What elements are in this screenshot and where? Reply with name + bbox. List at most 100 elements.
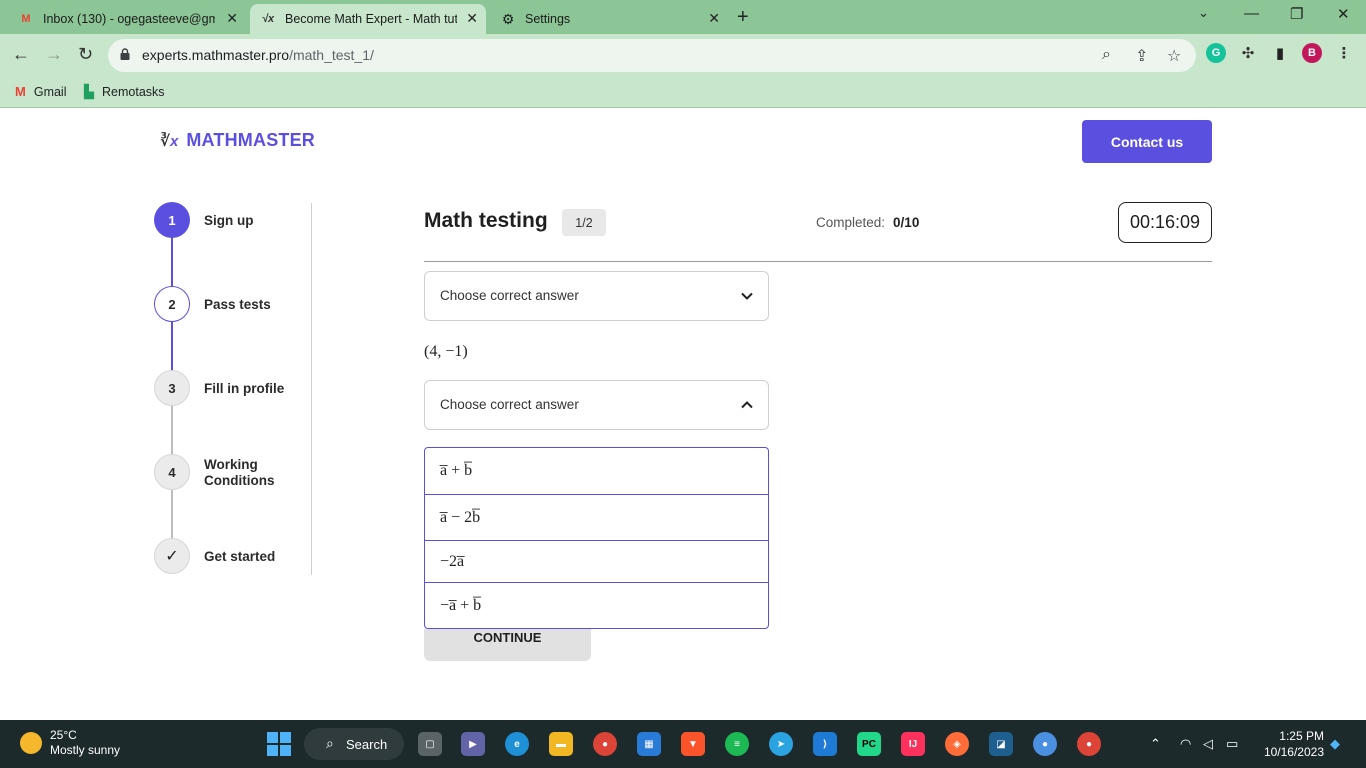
completed-counter: Completed: 0/10 xyxy=(816,215,919,230)
chevron-up-icon[interactable]: ⌃ xyxy=(1150,736,1161,752)
continue-label: CONTINUE xyxy=(473,630,542,645)
page-title: Math testing xyxy=(424,209,548,232)
dropdown-option[interactable]: −a̅ + b̅ xyxy=(425,583,768,629)
side-panel-icon[interactable]: ▮ xyxy=(1270,43,1290,63)
zoom-icon[interactable]: ⌕ xyxy=(1102,46,1111,64)
clock-time: 1:25 PM xyxy=(1279,729,1324,743)
close-icon[interactable]: ✕ xyxy=(226,10,238,27)
intellij-icon[interactable]: IJ xyxy=(901,732,925,756)
bookmark-star-icon[interactable]: ☆ xyxy=(1167,46,1181,66)
notification-bell-icon[interactable]: ◆ xyxy=(1330,736,1340,752)
battery-icon[interactable]: ▭ xyxy=(1226,736,1238,752)
select-placeholder: Choose correct answer xyxy=(440,397,579,412)
lock-icon xyxy=(120,48,130,60)
tab-title: Settings xyxy=(525,12,571,26)
dropdown-option[interactable]: a̅ − 2b̅ xyxy=(425,495,768,541)
page-badge: 1/2 xyxy=(562,209,606,236)
file-explorer-icon[interactable]: ▬ xyxy=(549,732,573,756)
minimize-button[interactable]: — xyxy=(1244,5,1259,22)
browser-toolbar: ← → ↻ experts.mathmaster.pro/math_test_1… xyxy=(0,34,1366,78)
bookmarks-bar: M Gmail ▙ Remotasks xyxy=(0,78,1366,108)
menu-icon[interactable]: ⋮ xyxy=(1334,43,1354,63)
grammarly-icon[interactable]: G xyxy=(1206,43,1226,63)
avatar[interactable]: B xyxy=(1302,43,1322,63)
contact-us-button[interactable]: Contact us xyxy=(1082,120,1212,163)
telegram-icon[interactable]: ➤ xyxy=(769,732,793,756)
reload-icon[interactable]: ↻ xyxy=(78,44,93,65)
gmail-icon: M xyxy=(21,13,31,25)
url-path: /math_test_1/ xyxy=(289,47,374,63)
dropdown-option[interactable]: −2a̅ xyxy=(425,541,768,583)
volume-icon[interactable]: ◁ xyxy=(1203,736,1213,752)
bookmark-label: Remotasks xyxy=(102,85,165,99)
continue-button[interactable]: CONTINUE xyxy=(424,629,591,661)
system-clock[interactable]: 1:25 PM 10/16/2023 xyxy=(1258,728,1324,760)
microsoft-store-icon[interactable]: ▦ xyxy=(637,732,661,756)
close-icon[interactable]: ✕ xyxy=(466,10,478,27)
restore-button[interactable]: ❐ xyxy=(1290,5,1303,23)
spotify-icon[interactable]: ≡ xyxy=(725,732,749,756)
bookmark-remotasks[interactable]: ▙ Remotasks xyxy=(84,84,165,100)
tab-settings[interactable]: ⚙ Settings ✕ xyxy=(490,4,728,34)
sidebar-divider xyxy=(311,203,312,575)
taskbar: 25°C Mostly sunny ⌕ Search ▢ ▶ e ▬ ● ▦ ▼… xyxy=(0,720,1366,768)
step-label-pass-tests: Pass tests xyxy=(204,297,271,312)
chrome-profile-icon[interactable]: ● xyxy=(1033,732,1057,756)
tab-search-icon[interactable]: ⌄ xyxy=(1198,5,1209,21)
header-divider xyxy=(424,261,1212,262)
postman-icon[interactable]: ◈ xyxy=(945,732,969,756)
url-host: experts.mathmaster.pro xyxy=(142,47,290,63)
task-view-icon[interactable]: ▢ xyxy=(418,732,442,756)
pycharm-icon[interactable]: PC xyxy=(857,732,881,756)
step-label-get-started: Get started xyxy=(204,549,276,564)
search-icon: ⌕ xyxy=(326,735,334,751)
gmail-icon: M xyxy=(15,84,26,99)
select-placeholder: Choose correct answer xyxy=(440,288,579,303)
logo[interactable]: ∛x MATHMASTER xyxy=(160,130,315,151)
remotasks-icon: ▙ xyxy=(84,84,94,99)
weather-widget[interactable]: 25°C Mostly sunny xyxy=(20,728,120,758)
mysql-workbench-icon[interactable]: ◪ xyxy=(989,732,1013,756)
timer: 00:16:09 xyxy=(1118,202,1212,243)
step-label-sign-up: Sign up xyxy=(204,213,254,228)
tab-title: Inbox (130) - ogegasteeve@gma xyxy=(43,12,215,26)
clock-date: 10/16/2023 xyxy=(1263,745,1324,759)
tab-inbox[interactable]: M Inbox (130) - ogegasteeve@gma ✕ xyxy=(8,4,246,34)
completed-label: Completed: xyxy=(816,215,886,230)
url-text: experts.mathmaster.pro/math_test_1/ xyxy=(142,47,374,63)
tab-title: Become Math Expert - Math tuto xyxy=(285,12,457,26)
answer-dropdown: a̅ + b̅ a̅ − 2b̅ −2a̅ −a̅ + b̅ xyxy=(424,447,769,629)
share-icon[interactable]: ⇪ xyxy=(1135,46,1148,66)
temperature: 25°C xyxy=(50,728,77,742)
chrome-active-icon[interactable]: ● xyxy=(1077,732,1101,756)
chevron-up-icon xyxy=(741,401,753,409)
bookmark-label: Gmail xyxy=(33,84,67,99)
new-tab-button[interactable]: + xyxy=(737,6,749,29)
wifi-icon[interactable]: ◠ xyxy=(1180,736,1191,752)
step-number: 1 xyxy=(154,202,190,238)
teams-icon[interactable]: ▶ xyxy=(461,732,485,756)
windows-start-icon[interactable] xyxy=(267,732,291,756)
sun-icon xyxy=(20,732,42,754)
back-icon[interactable]: ← xyxy=(12,44,30,65)
answer-select-1[interactable]: Choose correct answer xyxy=(424,271,769,321)
edge-icon[interactable]: e xyxy=(505,732,529,756)
answer-select-2[interactable]: Choose correct answer xyxy=(424,380,769,430)
dropdown-option[interactable]: a̅ + b̅ xyxy=(425,448,768,495)
close-icon[interactable]: ✕ xyxy=(708,10,720,27)
address-bar[interactable]: experts.mathmaster.pro/math_test_1/ ⌕ ⇪ … xyxy=(108,39,1196,72)
brave-icon[interactable]: ▼ xyxy=(681,732,705,756)
extensions-icon[interactable]: ✣ xyxy=(1238,43,1258,63)
step-number: 3 xyxy=(154,370,190,406)
question-point: (4, −1) xyxy=(424,343,468,360)
forward-icon[interactable]: → xyxy=(45,44,63,65)
step-label-fill-profile: Fill in profile xyxy=(204,381,285,396)
tab-mathmaster[interactable]: √x Become Math Expert - Math tuto ✕ xyxy=(250,4,486,34)
close-window-button[interactable]: ✕ xyxy=(1337,5,1350,23)
chrome-icon[interactable]: ● xyxy=(593,732,617,756)
logo-text: MATHMASTER xyxy=(186,130,316,150)
weather-text: Mostly sunny xyxy=(50,743,121,757)
bookmark-gmail[interactable]: M Gmail xyxy=(15,84,67,99)
vscode-icon[interactable]: ⟩ xyxy=(813,732,837,756)
taskbar-search[interactable]: ⌕ Search xyxy=(304,728,404,760)
